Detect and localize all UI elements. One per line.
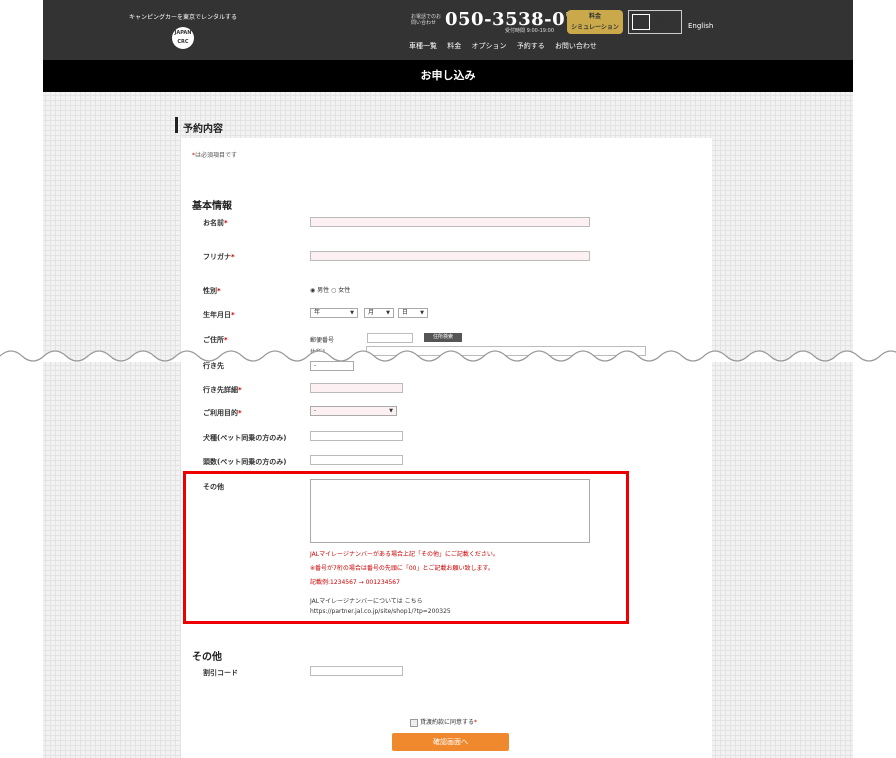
highlight-box	[183, 471, 629, 624]
destination-select[interactable]: -	[310, 361, 354, 371]
nav-item-contact[interactable]: お問い合わせ	[555, 42, 597, 50]
phone-hours: 受付時間 9:00-19:00	[505, 28, 555, 34]
web-reservation-button[interactable]: WEB 予約	[628, 10, 682, 34]
basic-info-title: 基本情報	[192, 201, 232, 212]
main-nav: 車種一覧 料金 オプション 予約する お問い合わせ	[409, 41, 605, 51]
name-label: お名前*	[203, 219, 228, 227]
logo-badge-top: JAPAN	[174, 30, 192, 36]
kana-input[interactable]	[310, 251, 590, 261]
page-title: お申し込み	[43, 60, 853, 92]
chevron-down-icon: ▼	[420, 310, 424, 316]
logo-badge-bottom: CRC	[177, 39, 189, 45]
destination-detail-label: 行き先詳細*	[203, 386, 242, 394]
phone-prefix: お電話でのお問い合わせ	[411, 14, 442, 26]
site-tagline: キャンピングカーを東京でレンタルする	[129, 14, 238, 21]
logo-text-line2[interactable]: レンタルセンター	[200, 39, 296, 56]
chevron-down-icon: ▼	[350, 310, 354, 316]
nav-item-price[interactable]: 料金	[447, 42, 461, 50]
language-link[interactable]: English	[688, 22, 713, 30]
kana-label: フリガナ*	[203, 253, 235, 261]
dog-breed-input[interactable]	[310, 431, 403, 441]
nav-item-reserve[interactable]: 予約する	[517, 42, 545, 50]
sim-label-bottom: シミュレーション	[571, 24, 619, 31]
pet-count-label: 頭数(ペット同乗の方のみ)	[203, 458, 287, 466]
gender-radio-group: ◉ 男性 ○ 女性	[310, 285, 350, 294]
destination-label: 行き先	[203, 362, 224, 370]
birthdate-label: 生年月日*	[203, 311, 235, 319]
purpose-label: ご利用目的*	[203, 409, 242, 417]
name-input[interactable]	[310, 217, 590, 227]
destination-detail-input[interactable]	[310, 383, 403, 393]
sim-label-top: 料金	[588, 13, 601, 20]
page-margin-left	[0, 0, 43, 758]
nav-item-vehicles[interactable]: 車種一覧	[409, 42, 437, 50]
required-note: *は必須項目です	[192, 152, 238, 159]
form-panel	[181, 138, 712, 758]
web-label-bottom: 予約	[655, 22, 669, 30]
chevron-down-icon: ▼	[386, 310, 390, 316]
other-section-title: その他	[192, 652, 222, 663]
pet-count-input[interactable]	[310, 455, 403, 465]
discount-code-label: 割引コード	[203, 669, 238, 677]
consent-checkbox[interactable]: 貸渡約款に同意する*	[410, 717, 477, 727]
calendar-icon	[632, 14, 650, 30]
discount-code-input[interactable]	[310, 666, 403, 676]
gender-label: 性別*	[203, 287, 221, 295]
logo-badge[interactable]: JAPAN CRC	[172, 27, 194, 49]
confirm-button[interactable]: 確認画面へ	[392, 733, 509, 751]
chevron-down-icon: ▼	[389, 408, 393, 414]
purpose-select[interactable]: - ▼	[310, 406, 397, 416]
address-search-button[interactable]: 住所検索	[424, 333, 462, 342]
dog-breed-label: 犬種(ペット同乗の方のみ)	[203, 434, 287, 442]
section-title: 予約内容	[183, 124, 223, 135]
birth-day-select[interactable]: 日 ▼	[398, 308, 428, 318]
web-label-top: WEB	[655, 14, 673, 22]
gender-radio-male[interactable]: ◉ 男性	[310, 287, 329, 294]
price-simulation-button[interactable]: 料金 シミュレーション	[567, 10, 623, 34]
nav-item-options[interactable]: オプション	[471, 42, 506, 50]
gender-radio-female[interactable]: ○ 女性	[331, 287, 350, 294]
birth-year-select[interactable]: 年 ▼	[310, 308, 358, 318]
torn-edge-decoration	[0, 350, 896, 362]
checkbox-icon	[410, 718, 418, 727]
page-margin-right	[853, 0, 896, 758]
birth-month-select[interactable]: 月 ▼	[364, 308, 394, 318]
